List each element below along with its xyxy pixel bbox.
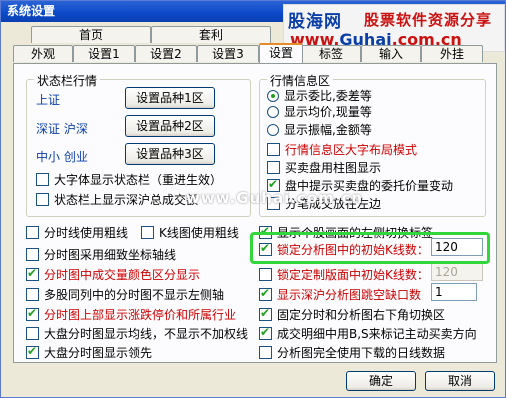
index-avg-line-check[interactable]: 大盘分时图显示均线，不显示不加权线 [26, 325, 248, 342]
custom-kline-count-input[interactable]: 120 [431, 263, 483, 281]
cancel-button[interactable]: 取消 [425, 371, 495, 391]
checkbox[interactable] [259, 325, 272, 340]
radio-weibi[interactable]: 显示委比,委差等 [267, 87, 372, 104]
checkbox[interactable] [26, 226, 39, 239]
radio-button[interactable] [267, 123, 279, 136]
tab-labels[interactable]: 标签 [301, 45, 361, 62]
checkbox[interactable] [26, 327, 39, 340]
settings-window: 系统设置 股海网 股票软件资源分享 www.Guhai.com.cn 首页 套利… [0, 0, 506, 398]
fine-axis-check[interactable]: 分时图采用细致坐标轴线 [26, 246, 176, 263]
volume-color-check[interactable]: 分时图中成交量颜色区分显示 [26, 266, 200, 283]
tab-input[interactable]: 输入 [361, 45, 421, 62]
checkbox[interactable] [36, 173, 49, 186]
bs-mark-check[interactable]: 成交明细中用B,S来标记主动买卖方向 [259, 325, 477, 342]
checkbox[interactable] [26, 288, 39, 301]
tab-settings2[interactable]: 设置2 [135, 45, 197, 62]
tab-settings3[interactable]: 设置3 [197, 45, 259, 62]
status-label-sh: 上证 [36, 93, 61, 107]
checkbox[interactable] [259, 306, 272, 321]
index-leading-check[interactable]: 大盘分时图显示领先 [26, 344, 152, 361]
radio-amplitude[interactable]: 显示振幅,金额等 [267, 121, 372, 138]
checkbox[interactable] [26, 248, 39, 261]
limit-price-industry-check[interactable]: 分时图上部显示涨跌停价和所属行业 [26, 306, 236, 323]
checkbox[interactable] [141, 226, 154, 239]
tab-settings-active[interactable]: 设置 [259, 43, 303, 63]
checkbox[interactable] [259, 346, 272, 359]
status-label-sz: 深证 沪深 [36, 122, 88, 136]
tab-settings1[interactable]: 设置1 [73, 45, 135, 62]
kline-count-input[interactable]: 120 [431, 238, 483, 256]
status-label-sme: 中小 创业 [36, 150, 88, 164]
checkbox[interactable] [267, 161, 280, 174]
download-daily-data-check[interactable]: 分析图完全使用下载的日线数据 [259, 344, 445, 361]
radio-button[interactable] [267, 89, 279, 102]
tab-home[interactable]: 首页 [31, 26, 151, 43]
bid-ask-bar-check[interactable]: 买卖盘用柱图显示 [267, 159, 381, 176]
timeline-bold-check[interactable]: 分时线使用粗线 [26, 224, 128, 241]
quote-large-font-check[interactable]: 行情信息区大字布局模式 [267, 141, 417, 158]
show-turnover-check[interactable]: 状态栏上显示深沪总成交额 [36, 191, 198, 208]
checkbox[interactable] [36, 193, 49, 206]
checkbox[interactable] [259, 268, 272, 281]
checkbox[interactable] [259, 241, 272, 256]
tab-plugin[interactable]: 外挂 [421, 45, 483, 62]
set-group1-button[interactable]: 设置品种1区 [125, 87, 215, 109]
brand-name-a: 股海网 [288, 12, 342, 32]
lock-kline-count-check[interactable]: 锁定分析图中的初始K线数： [259, 241, 429, 258]
lock-custom-kline-check[interactable]: 锁定定制版面中初始K线数： [259, 266, 429, 283]
set-group3-button[interactable]: 设置品种3区 [125, 143, 215, 165]
tab-appearance[interactable]: 外观 [13, 45, 73, 62]
fixed-switch-area-check[interactable]: 固定分时和分析图右下角切换区 [259, 306, 445, 323]
watermark-text: www.Guhai.com.cn [186, 189, 364, 207]
hide-left-axis-check[interactable]: 多股同列中的分时图不显示左侧轴 [26, 286, 224, 303]
set-group2-button[interactable]: 设置品种2区 [125, 115, 215, 137]
brand-name-b: 股票软件资源分享 [364, 11, 493, 29]
radio-avgprice[interactable]: 显示均价,现量等 [267, 103, 372, 120]
checkbox[interactable] [259, 286, 272, 301]
checkbox[interactable] [26, 306, 39, 321]
tab-arbitrage[interactable]: 套利 [151, 26, 271, 43]
radio-button[interactable] [267, 105, 279, 118]
large-font-status-check[interactable]: 大字体显示状态栏（重进生效） [36, 171, 222, 188]
status-group-title: 状态栏行情 [34, 72, 101, 89]
gap-count-input[interactable]: 1 [431, 283, 477, 301]
checkbox[interactable] [267, 143, 280, 156]
kline-bold-check[interactable]: K线图使用粗线 [141, 224, 239, 241]
checkbox[interactable] [26, 344, 39, 359]
gap-count-check[interactable]: 显示深沪分析图跳空缺口数 [259, 286, 421, 303]
checkbox[interactable] [26, 266, 39, 281]
ok-button[interactable]: 确定 [346, 371, 416, 391]
